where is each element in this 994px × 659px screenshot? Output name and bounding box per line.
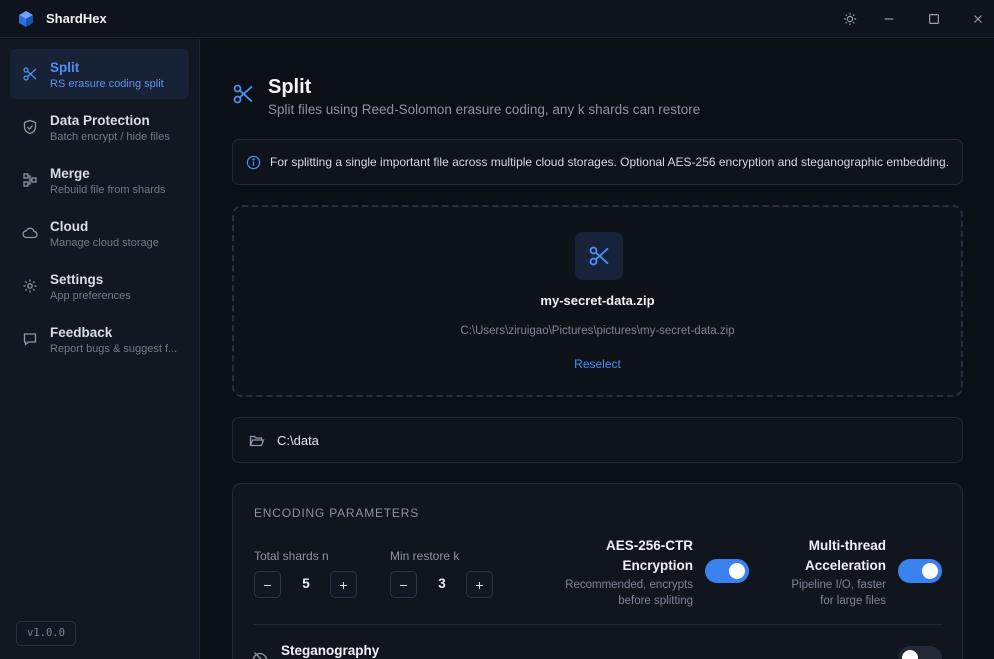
scissors-icon xyxy=(23,67,37,81)
min-restore-label: Min restore k xyxy=(390,549,460,563)
sidebar-item-data-protection[interactable]: Data Protection Batch encrypt / hide fil… xyxy=(10,102,189,152)
multithread-toggle[interactable] xyxy=(898,559,942,583)
total-shards-value: 5 xyxy=(302,576,310,591)
encoding-parameters-card: ENCODING PARAMETERS Total shards n − 5 +… xyxy=(232,483,963,659)
folder-open-icon xyxy=(249,435,265,447)
toggle-knob xyxy=(902,650,918,659)
aes-encryption-toggle[interactable] xyxy=(705,559,749,583)
total-shards-increment-button[interactable]: + xyxy=(330,571,357,598)
cloud-icon xyxy=(22,227,38,239)
sidebar-item-title: Cloud xyxy=(50,219,89,234)
sidebar-item-subtitle: Rebuild file from shards xyxy=(50,184,166,196)
minimize-icon[interactable] xyxy=(879,9,899,29)
min-restore-increment-button[interactable]: + xyxy=(466,571,493,598)
page-subtitle: Split files using Reed-Solomon erasure c… xyxy=(268,102,701,117)
sidebar-item-title: Feedback xyxy=(50,325,113,340)
info-icon xyxy=(246,155,261,170)
toggle-knob xyxy=(922,563,938,579)
sidebar-item-title: Split xyxy=(50,60,80,75)
sidebar-item-subtitle: Batch encrypt / hide files xyxy=(50,131,170,143)
app-title: ShardHex xyxy=(46,11,107,26)
close-icon[interactable] xyxy=(968,9,988,29)
output-directory-field[interactable]: C:\data xyxy=(232,417,963,463)
total-shards-label: Total shards n xyxy=(254,549,329,563)
aes-title-line-2: Encryption xyxy=(622,558,693,573)
steganography-toggle[interactable] xyxy=(898,646,942,659)
multithread-title-line-1: Multi-thread xyxy=(808,538,886,553)
output-directory-path: C:\data xyxy=(277,433,319,448)
title-bar: ShardHex xyxy=(0,0,994,38)
sidebar-item-title: Settings xyxy=(50,272,104,287)
version-badge: v1.0.0 xyxy=(16,621,76,646)
section-title: ENCODING PARAMETERS xyxy=(254,506,419,520)
info-text: For splitting a single important file ac… xyxy=(270,155,950,169)
multithread-title-line-2: Acceleration xyxy=(804,558,886,573)
aes-desc-line-2: before splitting xyxy=(618,595,693,607)
multithread-desc-line-1: Pipeline I/O, faster xyxy=(791,579,886,591)
scissors-icon xyxy=(575,232,623,280)
sidebar-item-split[interactable]: Split RS erasure coding split xyxy=(10,49,189,99)
sidebar-item-subtitle: App preferences xyxy=(50,290,131,302)
sidebar-item-subtitle: RS erasure coding split xyxy=(50,78,164,90)
shield-icon xyxy=(23,119,37,135)
selected-file-name: my-secret-data.zip xyxy=(540,293,655,308)
aes-desc-line-1: Recommended, encrypts xyxy=(565,579,693,591)
sidebar-item-cloud[interactable]: Cloud Manage cloud storage xyxy=(10,208,189,258)
sidebar-item-title: Merge xyxy=(50,166,90,181)
page-title: Split xyxy=(268,76,312,98)
maximize-icon[interactable] xyxy=(924,9,944,29)
eye-off-icon xyxy=(252,652,268,659)
min-restore-value: 3 xyxy=(438,576,446,591)
multithread-desc-line-2: for large files xyxy=(820,595,886,607)
reselect-link[interactable]: Reselect xyxy=(234,357,961,371)
sidebar-item-settings[interactable]: Settings App preferences xyxy=(10,261,189,311)
steganography-title: Steganography xyxy=(281,643,380,658)
merge-icon xyxy=(23,173,37,187)
selected-file-path: C:\Users\ziruigao\Pictures\pictures\my-s… xyxy=(460,325,735,337)
theme-toggle-icon[interactable] xyxy=(840,9,860,29)
scissors-icon xyxy=(233,84,253,104)
sidebar-item-subtitle: Manage cloud storage xyxy=(50,237,159,249)
divider xyxy=(253,624,943,625)
main-content: Split Split files using Reed-Solomon era… xyxy=(201,39,994,659)
info-banner: For splitting a single important file ac… xyxy=(232,139,963,185)
file-drop-zone[interactable]: my-secret-data.zip C:\Users\ziruigao\Pic… xyxy=(232,205,963,397)
aes-title-line-1: AES-256-CTR xyxy=(605,538,693,553)
min-restore-decrement-button[interactable]: − xyxy=(390,571,417,598)
toggle-knob xyxy=(729,563,745,579)
sidebar-item-merge[interactable]: Merge Rebuild file from shards xyxy=(10,155,189,205)
sidebar-item-title: Data Protection xyxy=(50,113,150,128)
message-icon xyxy=(23,333,37,346)
app-logo-icon xyxy=(19,11,33,27)
gear-icon xyxy=(23,279,37,293)
sidebar: Split RS erasure coding split Data Prote… xyxy=(0,39,200,659)
sidebar-item-feedback[interactable]: Feedback Report bugs & suggest f... xyxy=(10,314,189,364)
sidebar-item-subtitle: Report bugs & suggest f... xyxy=(50,343,178,355)
total-shards-decrement-button[interactable]: − xyxy=(254,571,281,598)
